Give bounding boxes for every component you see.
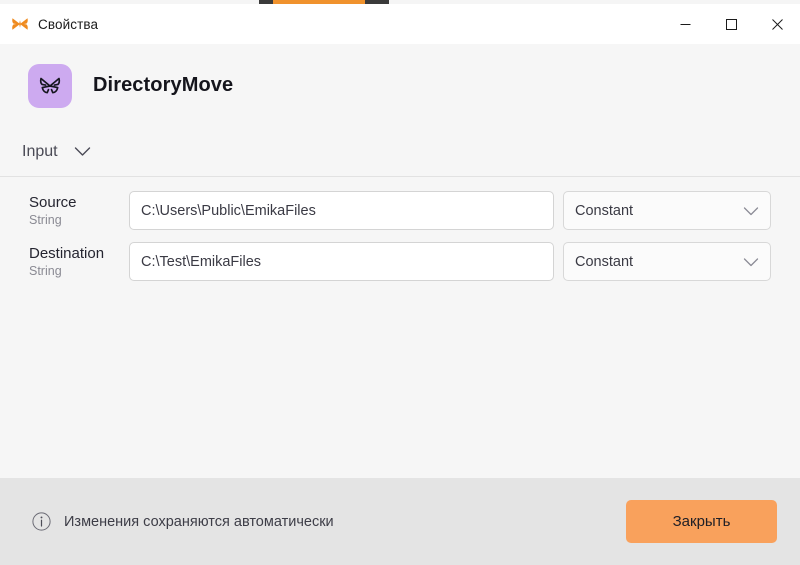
maximize-icon <box>725 18 737 30</box>
field-label-source: Source String <box>29 191 129 228</box>
window-controls <box>662 4 800 44</box>
destination-mode-value: Constant <box>575 253 634 270</box>
chevron-down-icon[interactable] <box>743 206 759 216</box>
section-header-input[interactable]: Input <box>0 127 800 177</box>
window-title: Свойства <box>38 16 99 32</box>
source-mode-value: Constant <box>575 202 634 219</box>
butterfly-icon <box>11 15 29 33</box>
destination-mode-select[interactable]: Constant <box>563 242 771 281</box>
minimize-icon <box>680 23 690 25</box>
destination-input[interactable] <box>129 242 554 281</box>
autosave-text: Изменения сохраняются автоматически <box>64 513 334 530</box>
info-circle-icon <box>31 512 51 532</box>
app-logo <box>28 63 72 108</box>
field-name: Source <box>29 194 77 211</box>
footer: Изменения сохраняются автоматически Закр… <box>0 478 800 565</box>
close-icon <box>771 18 783 30</box>
app-header: DirectoryMove <box>0 44 800 127</box>
source-mode-select[interactable]: Constant <box>563 191 771 230</box>
source-input[interactable] <box>129 191 554 230</box>
field-type: String <box>29 213 62 227</box>
field-name: Destination <box>29 245 105 262</box>
field-type: String <box>29 264 62 278</box>
close-dialog-button[interactable]: Закрыть <box>626 500 777 543</box>
section-label: Input <box>22 142 58 160</box>
form-body: Source String Constant Destination Strin… <box>0 177 800 478</box>
autosave-notice: Изменения сохраняются автоматически <box>31 512 334 532</box>
maximize-button[interactable] <box>708 4 754 44</box>
chevron-down-icon[interactable] <box>743 257 759 267</box>
close-button[interactable] <box>754 4 800 44</box>
field-row-source: Source String Constant <box>0 191 800 233</box>
chevron-down-icon[interactable] <box>74 146 91 157</box>
titlebar: Свойства <box>0 4 800 44</box>
minimize-button[interactable] <box>662 4 708 44</box>
butterfly-icon <box>39 77 61 94</box>
app-title: DirectoryMove <box>93 74 234 96</box>
field-label-destination: Destination String <box>29 242 129 279</box>
properties-window: Свойства DirectoryMove Input Source Stri… <box>0 0 800 565</box>
field-row-destination: Destination String Constant <box>0 242 800 284</box>
